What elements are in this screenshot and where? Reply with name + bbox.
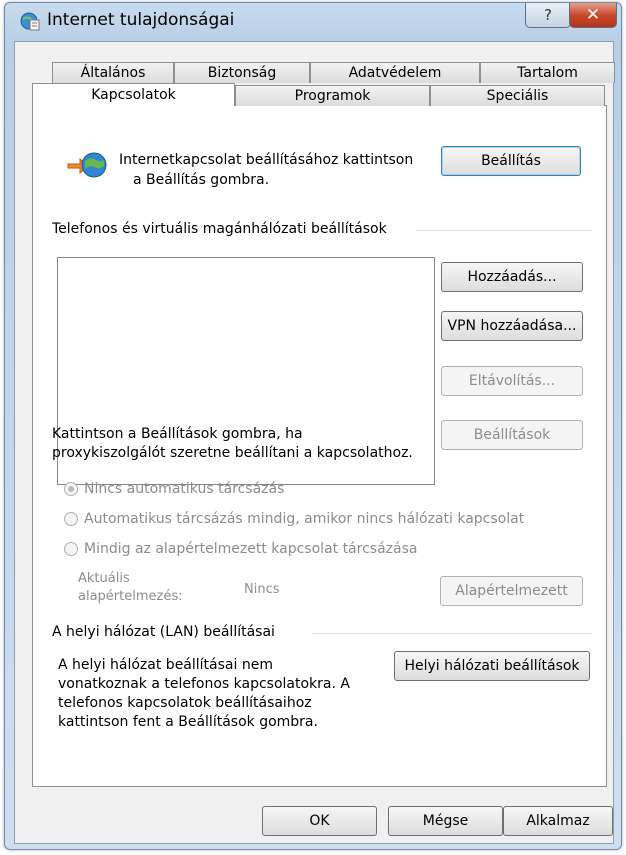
dialup-group-label: Telefonos és virtuális magánhálózati beá… [52, 221, 387, 237]
radio-never-dial[interactable]: Nincs automatikus tárcsázás [64, 481, 284, 497]
remove-connection-button[interactable]: Eltávolítás... [441, 366, 583, 396]
current-default-label-line1: Aktuális [78, 571, 130, 586]
set-default-button[interactable]: Alapértelmezett [440, 576, 583, 606]
dialup-group-divider [416, 230, 592, 231]
radio-always-dial-label: Mindig az alapértelmezett kapcsolat tárc… [84, 541, 418, 557]
proxy-text-line1: Kattintson a Beállítások gombra, ha [52, 426, 303, 442]
tab-advanced[interactable]: Speciális [430, 85, 605, 106]
lan-text-line4: kattintson fent a Beállítások gombra. [58, 714, 318, 730]
tab-row-bottom: Kapcsolatok Programok Speciális [32, 83, 605, 106]
radio-dial-when-no-network[interactable]: Automatikus tárcsázás mindig, amikor nin… [64, 511, 524, 527]
lan-text-line1: A helyi hálózat beállításai nem [58, 657, 273, 673]
proxy-text-line2: proxykiszolgálót szeretne beállítani a k… [52, 445, 413, 461]
radio-dial-when-no-network-label: Automatikus tárcsázás mindig, amikor nin… [84, 511, 525, 527]
tab-privacy[interactable]: Adatvédelem [310, 62, 480, 83]
setup-description-line2: a Beállítás gombra. [133, 172, 270, 188]
lan-text-line2: vonatkoznak a telefonos kapcsolatokra. A [58, 676, 350, 692]
close-button[interactable]: ✕ [569, 3, 617, 28]
help-button[interactable]: ? [525, 3, 571, 28]
add-connection-button[interactable]: Hozzáadás... [441, 262, 583, 292]
lan-text-line3: telefonos kapcsolatok beállításaihoz [58, 695, 312, 711]
tab-row-top: Általános Biztonság Adatvédelem Tartalom [52, 62, 615, 83]
title-bar[interactable]: Internet tulajdonságai ? ✕ [5, 3, 621, 39]
help-icon: ? [544, 6, 552, 24]
tab-security[interactable]: Biztonság [174, 62, 310, 83]
current-default-label-line2: alapértelmezés: [78, 589, 183, 604]
globe-connection-icon [67, 152, 107, 178]
ok-button[interactable]: OK [262, 806, 377, 836]
tab-connections[interactable]: Kapcsolatok [32, 83, 235, 106]
radio-always-dial[interactable]: Mindig az alapértelmezett kapcsolat tárc… [64, 541, 417, 557]
lan-group-label: A helyi hálózat (LAN) beállításai [52, 624, 275, 640]
setup-button[interactable]: Beállítás [441, 146, 581, 176]
close-icon: ✕ [585, 5, 601, 25]
apply-button[interactable]: Alkalmaz [503, 806, 613, 836]
tab-general[interactable]: Általános [52, 62, 174, 83]
radio-dial-when-no-network-indicator [64, 512, 78, 526]
internet-options-icon [20, 12, 40, 31]
dialup-settings-button[interactable]: Beállítások [441, 420, 583, 450]
tab-content[interactable]: Tartalom [480, 62, 615, 83]
add-vpn-button[interactable]: VPN hozzáadása... [441, 311, 583, 341]
radio-never-dial-indicator [64, 482, 78, 496]
radio-never-dial-label: Nincs automatikus tárcsázás [84, 481, 285, 497]
current-default-value: Nincs [244, 582, 280, 597]
radio-always-dial-indicator [64, 542, 78, 556]
window-title: Internet tulajdonságai [47, 10, 235, 30]
lan-settings-button[interactable]: Helyi hálózati beállítások [394, 651, 590, 681]
lan-group-divider [312, 633, 592, 634]
tab-programs[interactable]: Programok [235, 85, 430, 106]
cancel-button[interactable]: Mégse [388, 806, 503, 836]
setup-description-line1: Internetkapcsolat beállításához kattints… [119, 152, 414, 168]
